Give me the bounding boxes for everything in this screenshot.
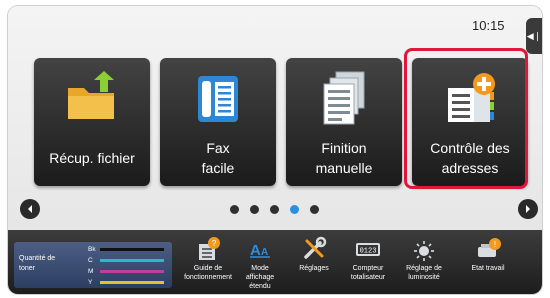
brightness-icon bbox=[414, 241, 434, 261]
tile-fax-facile[interactable]: Fax facile bbox=[160, 58, 276, 186]
folder-upload-icon bbox=[68, 71, 114, 119]
toner-row-y: Y bbox=[88, 277, 164, 287]
toner-row-c: C bbox=[88, 255, 164, 265]
taskbar-label: Réglages bbox=[299, 265, 329, 272]
chevron-right-icon bbox=[526, 205, 530, 213]
fax-phone-icon bbox=[198, 76, 238, 122]
taskbar-compteur-totalisateur[interactable]: 0123 Compteur totalisateur bbox=[342, 234, 394, 282]
finishing-pages-icon bbox=[323, 71, 365, 125]
address-book-add-icon bbox=[448, 73, 495, 122]
taskbar-label: Mode affichage étendu bbox=[245, 265, 275, 290]
next-page-button[interactable] bbox=[518, 199, 538, 219]
tile-label: Fax facile bbox=[201, 140, 235, 176]
taskbar-mode-affichage-etendu[interactable]: A A Mode affichage étendu bbox=[234, 234, 286, 291]
tools-icon bbox=[304, 236, 327, 259]
counter-icon: 0123 bbox=[356, 243, 380, 256]
taskbar-reglage-de-luminosite[interactable]: Réglage de luminosité bbox=[398, 234, 450, 282]
toner-level-widget[interactable]: Quantité de toner Bk C M Y bbox=[14, 242, 172, 288]
page-dot[interactable] bbox=[270, 205, 279, 214]
taskbar-label: Guide de fonctionnement bbox=[184, 265, 232, 281]
svg-text:0123: 0123 bbox=[360, 248, 377, 256]
taskbar-label: Réglage de luminosité bbox=[406, 265, 442, 281]
toner-label: Quantité de toner bbox=[19, 255, 56, 272]
taskbar-etat-travail[interactable]: ! Etat travail bbox=[462, 234, 514, 273]
toner-bar bbox=[100, 247, 164, 251]
svg-text:!: ! bbox=[494, 240, 496, 249]
toner-name: Bk bbox=[88, 245, 96, 253]
page-dot[interactable] bbox=[230, 205, 239, 214]
tile-recup-fichier[interactable]: Récup. fichier bbox=[34, 58, 150, 186]
job-status-icon: ! bbox=[478, 238, 501, 257]
toner-bar bbox=[100, 269, 164, 273]
taskbar-label: Compteur totalisateur bbox=[350, 265, 386, 281]
touch-panel-screen: 10:15 ◀❘ Récup. fichier Fax facile Finit… bbox=[8, 6, 542, 294]
page-indicator bbox=[230, 205, 319, 214]
page-dot[interactable] bbox=[250, 205, 259, 214]
toner-row-m: M bbox=[88, 266, 164, 276]
toner-name: M bbox=[88, 267, 94, 275]
tile-controle-des-adresses[interactable]: Contrôle des adresses bbox=[412, 58, 528, 186]
system-taskbar: Quantité de toner Bk C M Y ? Guide de fo… bbox=[8, 230, 542, 294]
tile-label: Contrôle des adresses bbox=[430, 140, 510, 176]
toner-bar bbox=[100, 280, 164, 284]
tile-label: Récup. fichier bbox=[49, 150, 135, 166]
toner-name: C bbox=[88, 256, 93, 264]
taskbar-reglages[interactable]: Réglages bbox=[288, 234, 340, 273]
toner-name: Y bbox=[88, 278, 93, 286]
taskbar-guide-de-fonctionnement[interactable]: ? Guide de fonctionnement bbox=[182, 234, 234, 282]
taskbar-label: Etat travail bbox=[471, 265, 505, 272]
page-dot[interactable] bbox=[310, 205, 319, 214]
svg-text:?: ? bbox=[212, 239, 217, 248]
toner-bar bbox=[100, 258, 164, 262]
clock: 10:15 bbox=[472, 18, 505, 33]
zoom-text-icon: A A bbox=[250, 242, 270, 259]
page-dot-active[interactable] bbox=[290, 205, 299, 214]
help-book-icon: ? bbox=[199, 237, 220, 260]
tile-label: Finition manuelle bbox=[315, 140, 373, 176]
side-panel-tab[interactable]: ◀❘ bbox=[526, 18, 542, 54]
chevron-left-icon bbox=[28, 205, 32, 213]
toner-row-bk: Bk bbox=[88, 244, 164, 254]
previous-page-button[interactable] bbox=[20, 199, 40, 219]
tile-finition-manuelle[interactable]: Finition manuelle bbox=[286, 58, 402, 186]
